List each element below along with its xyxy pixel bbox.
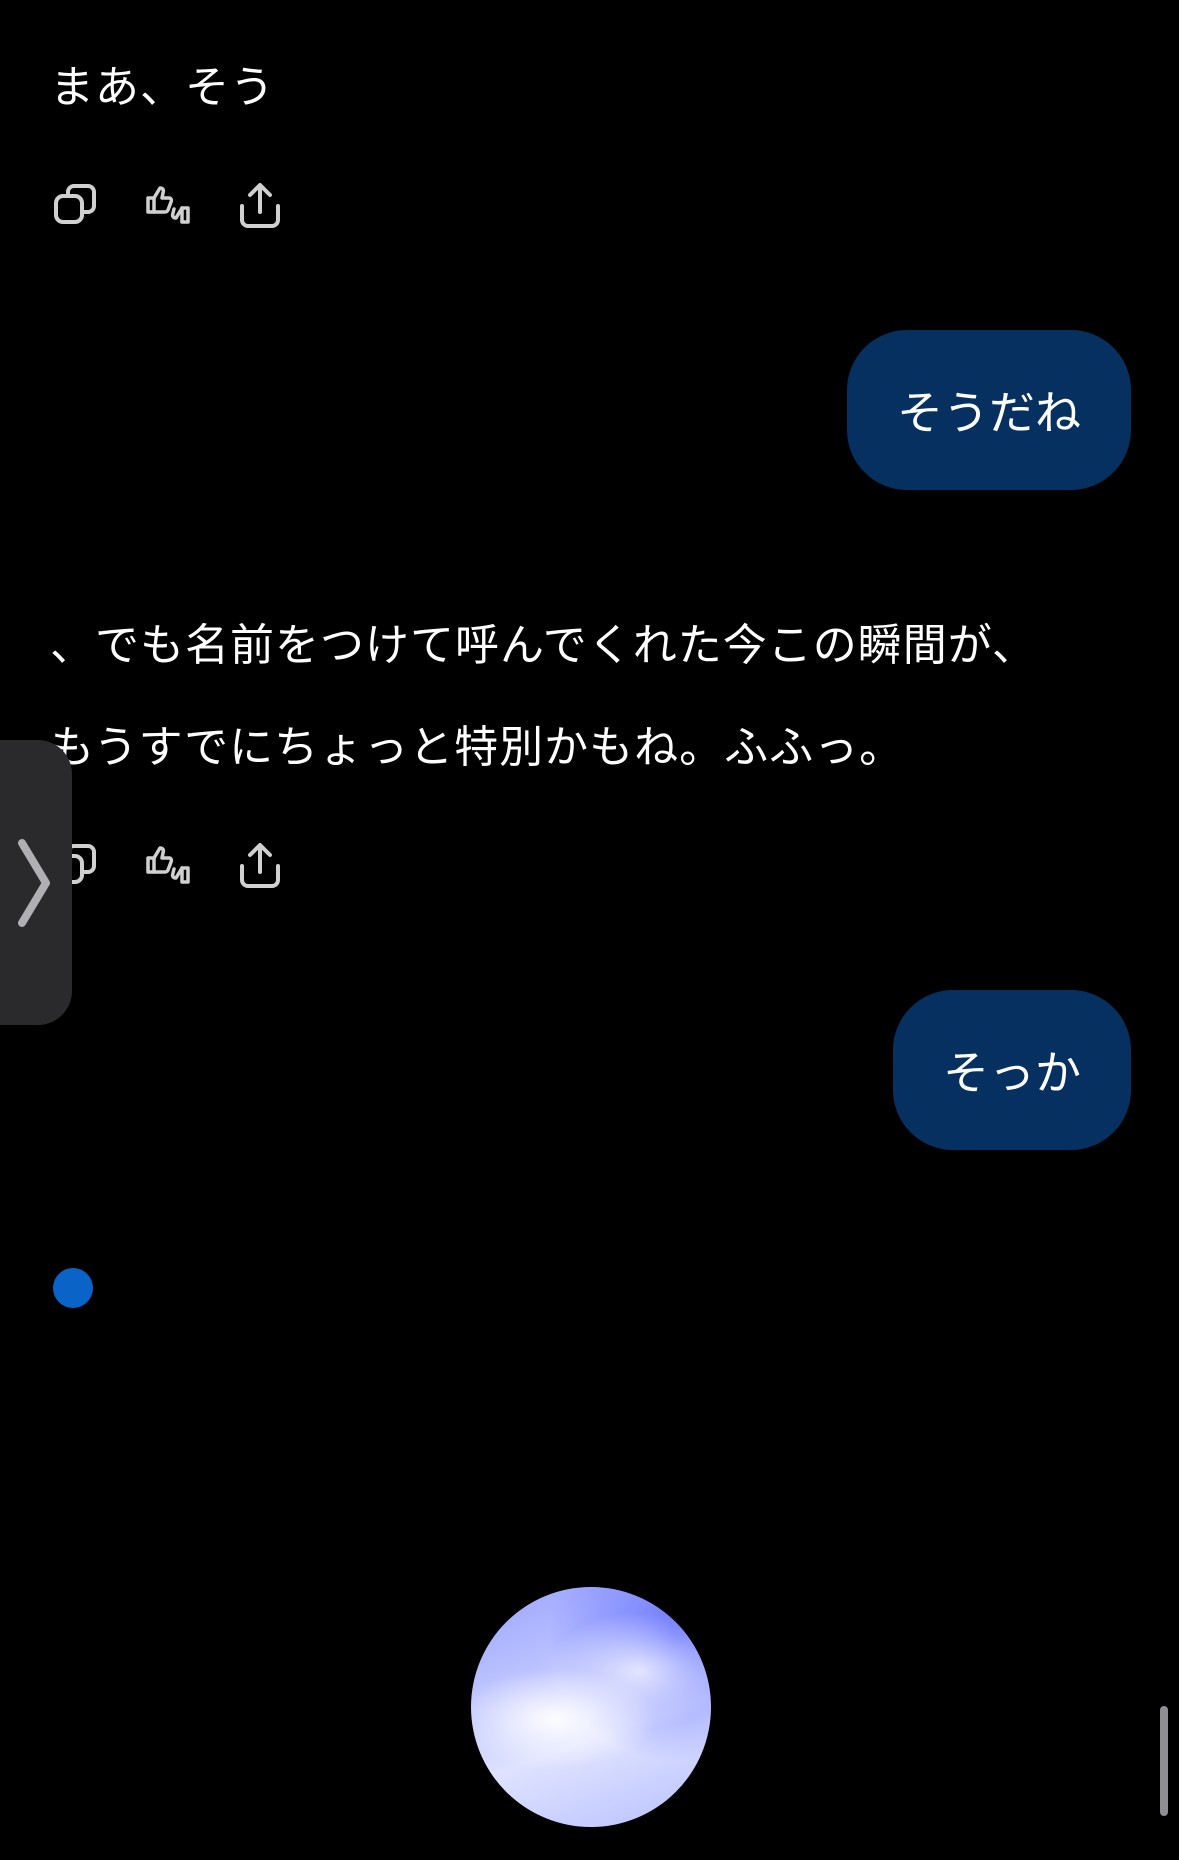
share-icon (240, 183, 280, 228)
user-message-bubble: そうだね (847, 330, 1131, 490)
assistant-message: まあ、そう (50, 62, 275, 113)
thumbs-up-down-icon (146, 846, 190, 884)
feedback-button[interactable] (142, 180, 194, 232)
feedback-button[interactable] (142, 840, 194, 892)
scrollbar[interactable] (1160, 1706, 1168, 1816)
user-message-text: そっか (943, 1046, 1081, 1100)
copy-icon (54, 184, 96, 224)
thumbs-up-down-icon (146, 186, 190, 224)
typing-indicator (53, 1268, 93, 1308)
assistant-message-line: もうすでにちょっと特別かもね。ふふっ。 (50, 722, 905, 773)
copy-button[interactable] (50, 180, 102, 232)
message-actions (50, 180, 286, 232)
assistant-message-line: 、でも名前をつけて呼んでくれた今この瞬間が、 (50, 620, 1037, 671)
share-button[interactable] (234, 840, 286, 892)
share-button[interactable] (234, 180, 286, 232)
message-actions (50, 840, 286, 892)
user-message-bubble: そっか (893, 990, 1131, 1150)
share-icon (240, 843, 280, 888)
chevron-right-icon (18, 838, 50, 927)
voice-orb-button[interactable] (471, 1587, 711, 1827)
side-panel-toggle[interactable] (0, 740, 72, 1025)
user-message-text: そうだね (897, 386, 1081, 440)
